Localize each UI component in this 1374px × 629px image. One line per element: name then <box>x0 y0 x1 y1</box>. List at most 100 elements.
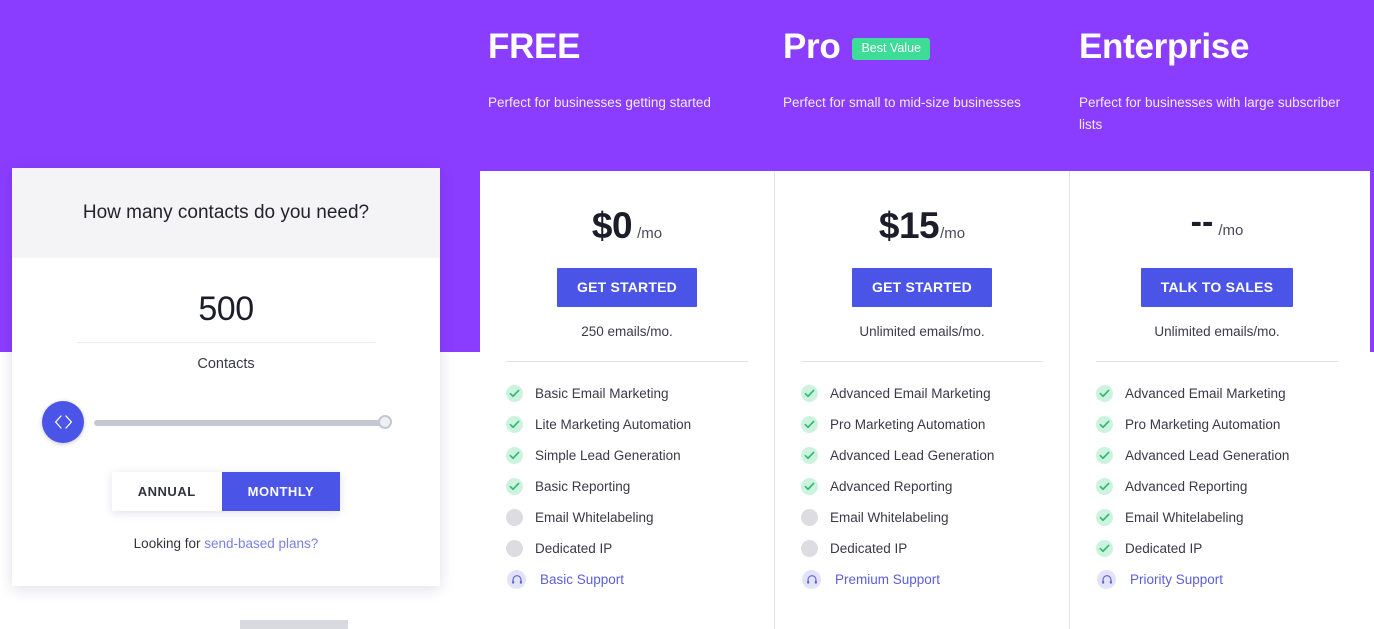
calculator-body: 500 Contacts ANNUAL MONTHLY Looking for … <box>12 258 440 551</box>
headset-icon <box>802 570 821 589</box>
plan-card-free: $0 /mo GET STARTED 250 emails/mo. Basic … <box>480 171 774 629</box>
price-amount-pro: $15 <box>878 205 940 246</box>
support-label: Priority Support <box>1130 572 1224 587</box>
chevron-left-icon <box>54 415 62 429</box>
unavailable-icon <box>506 509 523 526</box>
feature-label: Simple Lead Generation <box>535 448 681 463</box>
check-icon <box>1096 385 1113 402</box>
plan-card-enterprise: -- /mo TALK TO SALES Unlimited emails/mo… <box>1069 171 1364 629</box>
price-period-enterprise: /mo <box>1218 222 1244 239</box>
support-item-pro[interactable]: Premium Support <box>801 564 1043 595</box>
cta-wrap-free: GET STARTED <box>506 268 748 307</box>
billing-toggle-annual[interactable]: ANNUAL <box>112 472 222 511</box>
send-based-plans-link[interactable]: send-based plans? <box>204 536 318 551</box>
feature-item: Advanced Reporting <box>1096 471 1338 502</box>
feature-label: Basic Email Marketing <box>535 386 669 401</box>
plan-header-enterprise: Enterprise Perfect for businesses with l… <box>1079 20 1359 136</box>
column-divider <box>774 171 775 629</box>
talk-to-sales-button[interactable]: TALK TO SALES <box>1140 268 1294 307</box>
plan-cards: $0 /mo GET STARTED 250 emails/mo. Basic … <box>480 171 1370 629</box>
billing-toggle-monthly[interactable]: MONTHLY <box>221 472 341 511</box>
feature-label: Advanced Email Marketing <box>830 386 991 401</box>
support-item-free[interactable]: Basic Support <box>506 564 748 595</box>
feature-label: Dedicated IP <box>535 541 613 556</box>
feature-item: Dedicated IP <box>1096 533 1338 564</box>
check-icon <box>1096 447 1113 464</box>
card-divider-free <box>506 361 748 362</box>
plan-title-row-enterprise: Enterprise <box>1079 20 1359 72</box>
unavailable-icon <box>506 540 523 557</box>
best-value-badge: Best Value <box>852 38 930 60</box>
card-divider-enterprise <box>1096 361 1338 362</box>
emails-note-enterprise: Unlimited emails/mo. <box>1154 324 1280 339</box>
feature-label: Advanced Lead Generation <box>830 448 995 463</box>
feature-item: Pro Marketing Automation <box>801 409 1043 440</box>
feature-label: Advanced Email Marketing <box>1125 386 1286 401</box>
emails-note-pro: Unlimited emails/mo. <box>859 324 985 339</box>
feature-item: Advanced Email Marketing <box>1096 378 1338 409</box>
contacts-slider[interactable] <box>42 400 410 446</box>
check-icon <box>1096 478 1113 495</box>
pricing-page: FREE Perfect for businesses getting star… <box>0 0 1374 629</box>
calculator-question: How many contacts do you need? <box>82 202 370 223</box>
feature-label: Email Whitelabeling <box>830 510 949 525</box>
plan-header-pro: Pro Best Value Perfect for small to mid-… <box>783 20 1063 114</box>
plan-title-pro: Pro <box>783 26 841 66</box>
decorative-bottom-sliver <box>240 620 348 629</box>
check-icon <box>801 478 818 495</box>
cta-wrap-pro: GET STARTED <box>801 268 1043 307</box>
check-icon <box>506 447 523 464</box>
support-label: Basic Support <box>540 572 625 587</box>
feature-label: Basic Reporting <box>535 479 631 494</box>
feature-item: Dedicated IP <box>506 533 748 564</box>
slider-end-knob[interactable] <box>378 415 392 429</box>
feature-item: Basic Reporting <box>506 471 748 502</box>
feature-item: Pro Marketing Automation <box>1096 409 1338 440</box>
plan-title-row-pro: Pro Best Value <box>783 20 1063 72</box>
check-icon <box>1096 416 1113 433</box>
card-divider-pro <box>801 361 1043 362</box>
feature-label: Advanced Lead Generation <box>1125 448 1290 463</box>
emails-note-free: 250 emails/mo. <box>581 324 673 339</box>
price-amount-free: $0 <box>591 205 633 246</box>
slider-handle[interactable] <box>42 401 84 443</box>
feature-item: Lite Marketing Automation <box>506 409 748 440</box>
feature-item: Dedicated IP <box>801 533 1043 564</box>
feature-item: Advanced Lead Generation <box>1096 440 1338 471</box>
headset-icon <box>1097 570 1116 589</box>
plan-title-row-free: FREE <box>488 20 768 72</box>
feature-item: Email Whitelabeling <box>1096 502 1338 533</box>
feature-label: Advanced Reporting <box>1125 479 1248 494</box>
check-icon <box>506 385 523 402</box>
feature-label: Lite Marketing Automation <box>535 417 692 432</box>
billing-toggle: ANNUAL MONTHLY <box>111 472 341 511</box>
price-row-pro: $15 /mo <box>801 205 1043 255</box>
support-label: Premium Support <box>835 572 941 587</box>
calculator-header: How many contacts do you need? <box>12 168 440 258</box>
contacts-count-underline <box>77 342 375 343</box>
contacts-calculator-card: How many contacts do you need? 500 Conta… <box>12 168 440 586</box>
feature-item: Advanced Reporting <box>801 471 1043 502</box>
unavailable-icon <box>801 509 818 526</box>
check-icon <box>1096 509 1113 526</box>
get-started-button-pro[interactable]: GET STARTED <box>852 268 992 307</box>
feature-item: Email Whitelabeling <box>506 502 748 533</box>
plan-tagline-pro: Perfect for small to mid-size businesses <box>783 95 1021 110</box>
price-row-free: $0 /mo <box>506 205 748 255</box>
feature-label: Email Whitelabeling <box>535 510 654 525</box>
feature-label: Dedicated IP <box>830 541 908 556</box>
cta-wrap-enterprise: TALK TO SALES <box>1096 268 1338 307</box>
billing-toggle-wrap: ANNUAL MONTHLY <box>42 472 410 511</box>
slider-track[interactable] <box>94 420 386 426</box>
looking-for-text: Looking for <box>133 536 205 551</box>
check-icon <box>801 385 818 402</box>
price-period-free: /mo <box>637 225 663 242</box>
check-icon <box>1096 540 1113 557</box>
support-item-enterprise[interactable]: Priority Support <box>1096 564 1338 595</box>
check-icon <box>506 416 523 433</box>
plan-card-pro: $15 /mo GET STARTED Unlimited emails/mo.… <box>774 171 1069 629</box>
feature-item: Email Whitelabeling <box>801 502 1043 533</box>
get-started-button-free[interactable]: GET STARTED <box>557 268 697 307</box>
plan-title-enterprise: Enterprise <box>1079 26 1250 66</box>
feature-item: Simple Lead Generation <box>506 440 748 471</box>
